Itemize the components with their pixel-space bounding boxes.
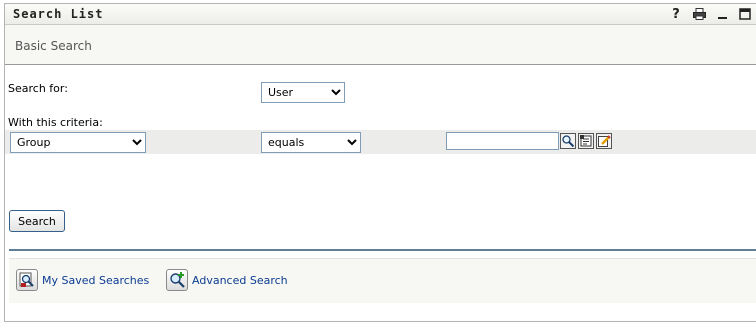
help-symbol: ?: [672, 6, 680, 22]
help-icon[interactable]: ?: [669, 6, 683, 22]
minimize-icon[interactable]: [715, 6, 729, 22]
advanced-search-label: Advanced Search: [192, 273, 288, 287]
my-saved-searches-label: My Saved Searches: [42, 273, 150, 287]
saved-searches-icon: [16, 269, 38, 291]
criteria-value-input[interactable]: [446, 132, 559, 150]
search-list-portlet: Search List ? Basic Search Search for: U…: [4, 3, 756, 322]
operator-select[interactable]: equals: [261, 132, 361, 153]
search-for-label: Search for:: [8, 82, 68, 95]
search-button[interactable]: Search: [9, 210, 65, 232]
portlet-subheader: Basic Search: [5, 25, 756, 65]
search-for-select[interactable]: User: [261, 82, 345, 103]
history-icon[interactable]: [578, 133, 594, 149]
criteria-row: Group equals: [5, 130, 756, 154]
my-saved-searches-link[interactable]: My Saved Searches: [16, 269, 149, 291]
attribute-select[interactable]: Group: [10, 132, 146, 153]
advanced-search-link[interactable]: Advanced Search: [166, 269, 288, 291]
section-divider: [9, 249, 756, 251]
portlet-title: Search List: [13, 7, 104, 21]
criteria-label: With this criteria:: [8, 116, 103, 129]
advanced-search-icon: [166, 269, 188, 291]
maximize-icon[interactable]: [738, 6, 752, 22]
portlet-titlebar: Search List ?: [5, 4, 756, 25]
object-lookup-icon[interactable]: [560, 133, 576, 149]
footer-bar: My Saved Searches Advanced Search: [9, 258, 756, 303]
print-icon[interactable]: [692, 6, 706, 22]
edit-icon[interactable]: [596, 133, 612, 149]
titlebar-actions: ?: [669, 6, 752, 22]
basic-search-heading: Basic Search: [15, 39, 92, 53]
